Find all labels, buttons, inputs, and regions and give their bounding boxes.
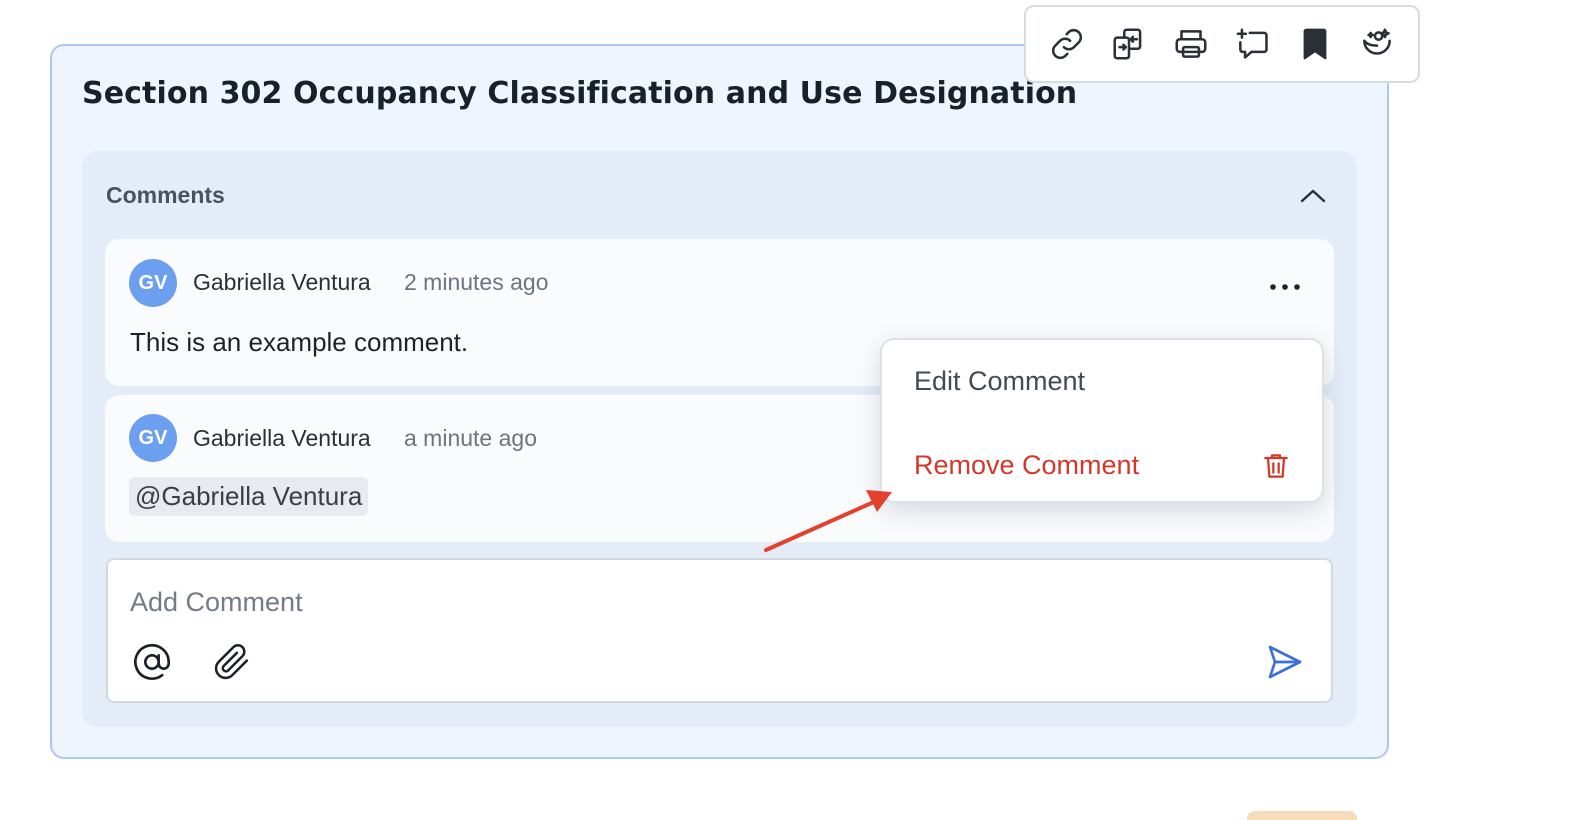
attach-file-button[interactable] xyxy=(210,640,254,684)
add-comment-box xyxy=(106,558,1333,703)
at-sign-icon xyxy=(134,643,171,680)
comment-author: Gabriella Ventura xyxy=(193,269,371,295)
mention-button[interactable] xyxy=(130,640,174,684)
ellipsis-icon xyxy=(1270,284,1300,290)
section-title: Section 302 Occupancy Classification and… xyxy=(82,76,1078,111)
send-comment-button[interactable] xyxy=(1262,640,1308,684)
edit-comment-menu-item[interactable]: Edit Comment xyxy=(882,346,1322,416)
comment-timestamp: 2 minutes ago xyxy=(404,269,549,295)
edit-comment-label: Edit Comment xyxy=(914,365,1086,396)
compare-icon xyxy=(1113,28,1142,60)
copy-link-button[interactable] xyxy=(1044,21,1090,67)
remove-comment-label: Remove Comment xyxy=(914,449,1140,480)
status-badge xyxy=(1247,811,1357,820)
print-button[interactable] xyxy=(1168,21,1214,67)
add-comment-input[interactable] xyxy=(130,582,1030,622)
comment-author: Gabriella Ventura xyxy=(193,425,371,451)
avatar: GV xyxy=(129,414,177,462)
ai-assist-button[interactable] xyxy=(1354,21,1400,67)
add-note-button[interactable] xyxy=(1230,21,1276,67)
link-icon xyxy=(1051,28,1083,60)
bookmark-icon xyxy=(1303,28,1327,60)
send-icon xyxy=(1268,645,1302,679)
add-note-icon xyxy=(1236,28,1268,59)
comment-timestamp: a minute ago xyxy=(404,425,537,451)
mention-tag[interactable]: @Gabriella Ventura xyxy=(129,477,369,516)
collapse-comments-button[interactable] xyxy=(1296,180,1330,210)
avatar: GV xyxy=(129,259,177,307)
annotation-arrow xyxy=(764,490,892,552)
section-toolbar xyxy=(1024,5,1420,83)
comments-label: Comments xyxy=(106,182,225,208)
bookmark-button[interactable] xyxy=(1292,21,1338,67)
ai-assist-icon xyxy=(1363,28,1391,55)
comment-more-options-button[interactable] xyxy=(1262,272,1308,302)
paperclip-icon xyxy=(214,644,249,680)
comment-body: This is an example comment. xyxy=(130,327,469,357)
comment-options-menu: Edit Comment Remove Comment xyxy=(880,338,1324,503)
chevron-up-icon xyxy=(1300,189,1326,203)
compare-button[interactable] xyxy=(1106,21,1152,67)
print-icon xyxy=(1175,30,1207,58)
trash-icon xyxy=(1264,454,1288,478)
remove-comment-menu-item[interactable]: Remove Comment xyxy=(882,430,1322,500)
